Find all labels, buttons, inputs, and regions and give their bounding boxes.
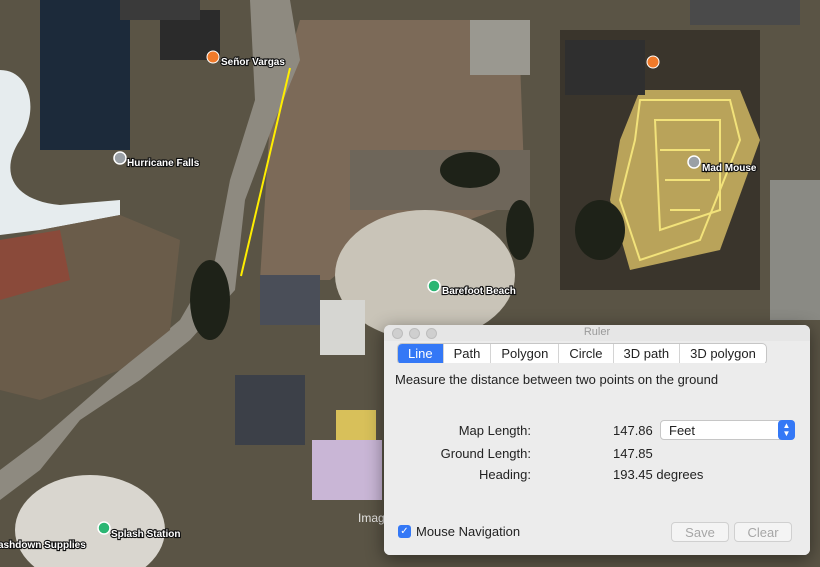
ground-length-label: Ground Length:	[440, 446, 531, 461]
tab-3d-polygon[interactable]: 3D polygon	[680, 344, 766, 364]
unit-select[interactable]: Feet ▲ ▼	[660, 420, 795, 440]
poi-label-cutoff: ashdown Supplies	[0, 540, 86, 551]
map-length-label: Map Length:	[458, 423, 531, 438]
attraction-marker-icon	[687, 155, 701, 169]
attraction-marker-icon	[113, 151, 127, 165]
clear-button[interactable]: Clear	[734, 522, 792, 542]
restaurant-marker-icon	[206, 50, 220, 64]
ground-length-value: 147.85	[613, 446, 653, 461]
tab-circle[interactable]: Circle	[559, 344, 614, 364]
roof	[235, 375, 305, 445]
roof	[260, 275, 320, 325]
restaurant-marker-icon[interactable]	[646, 55, 660, 69]
building-right	[770, 180, 820, 320]
tab-3d-path[interactable]: 3D path	[614, 344, 681, 364]
roof	[320, 300, 365, 355]
title-bar[interactable]: Ruler	[384, 325, 810, 341]
save-button[interactable]: Save	[671, 522, 729, 542]
poi-label: Barefoot Beach	[442, 286, 516, 297]
measure-mode-tabs: Line Path Polygon Circle 3D path 3D poly…	[397, 343, 767, 365]
imagery-watermark: Imag	[358, 511, 385, 525]
poi-label: Señor Vargas	[221, 57, 285, 68]
building-top-right	[690, 0, 800, 25]
window-title: Ruler	[583, 326, 611, 338]
measure-panel: Measure the distance between two points …	[384, 363, 810, 555]
heading-value: 193.45 degrees	[613, 467, 704, 482]
ruler-window[interactable]: Ruler Line Path Polygon Circle 3D path 3…	[384, 325, 810, 555]
tab-polygon[interactable]: Polygon	[491, 344, 560, 364]
tab-line[interactable]: Line	[398, 344, 444, 364]
colorful-roof	[336, 410, 376, 440]
building-top	[120, 0, 200, 20]
measure-description: Measure the distance between two points …	[395, 372, 719, 387]
poi-label: Mad Mouse	[702, 163, 757, 174]
road-top	[470, 20, 530, 75]
building-dark	[40, 0, 130, 150]
mouse-navigation-label[interactable]: Mouse Navigation	[416, 524, 520, 539]
park-marker-icon	[427, 279, 441, 293]
chevron-up-down-icon: ▲ ▼	[778, 420, 795, 440]
heading-label: Heading:	[478, 467, 531, 482]
tab-path[interactable]: Path	[444, 344, 492, 364]
poi-label: Splash Station	[111, 529, 180, 540]
building-top-right	[565, 40, 645, 95]
poi-label: Hurricane Falls	[127, 158, 200, 169]
colorful-roof	[312, 440, 382, 500]
mouse-navigation-checkbox[interactable]: ✓	[398, 525, 411, 538]
map-length-value: 147.86	[613, 423, 653, 438]
plaza	[350, 150, 530, 210]
park-marker-icon	[97, 521, 111, 535]
unit-select-value: Feet	[669, 423, 696, 438]
